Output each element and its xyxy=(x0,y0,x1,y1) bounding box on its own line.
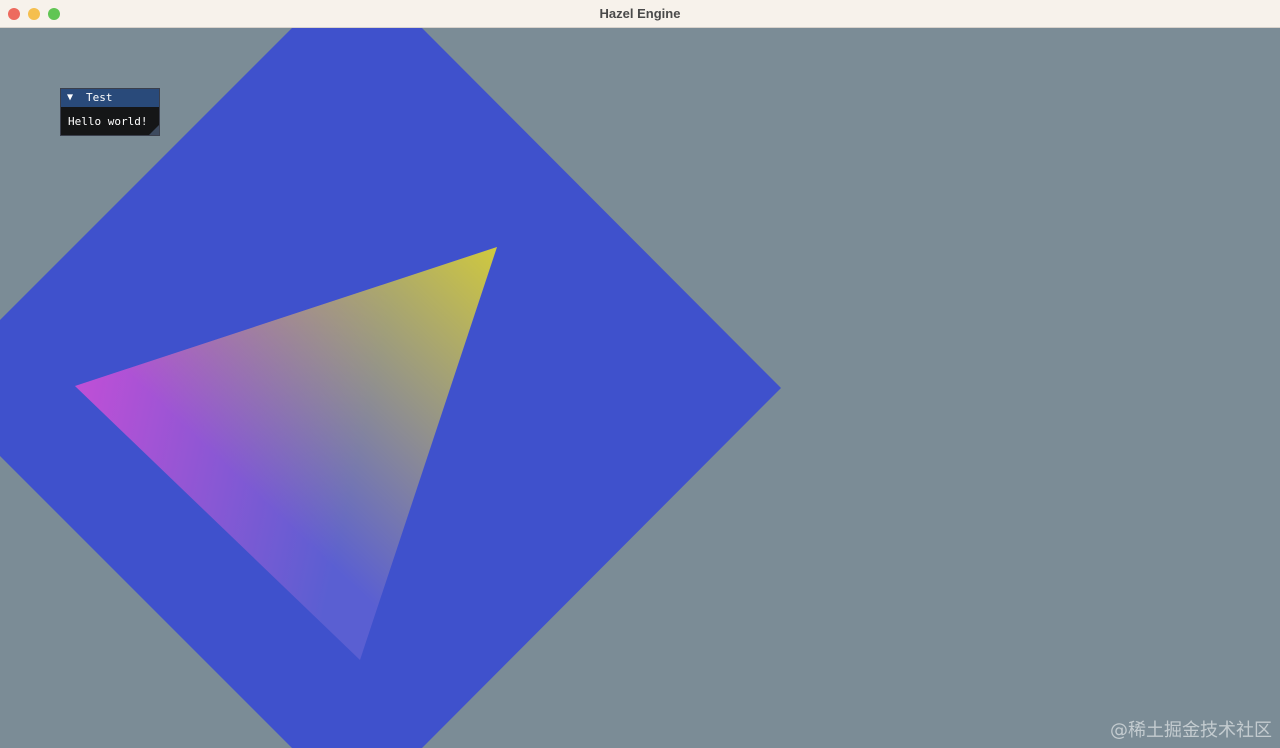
render-viewport: ▼ Test Hello world! @稀土掘金技术社区 xyxy=(0,28,1280,748)
app-window: Hazel Engine ▼ Test Hello world! @稀土掘金技术… xyxy=(0,0,1280,748)
triangle-down-icon[interactable]: ▼ xyxy=(67,92,73,104)
window-title: Hazel Engine xyxy=(599,6,681,21)
imgui-test-window[interactable]: ▼ Test Hello world! xyxy=(60,88,160,136)
resize-grip-icon[interactable] xyxy=(149,125,159,135)
imgui-hello-text: Hello world! xyxy=(68,115,148,128)
watermark-text: @稀土掘金技术社区 xyxy=(1110,720,1272,741)
window-titlebar[interactable]: Hazel Engine xyxy=(0,0,1280,28)
imgui-window-title: Test xyxy=(86,91,113,104)
imgui-titlebar[interactable]: ▼ Test xyxy=(61,89,159,107)
scene-canvas xyxy=(0,28,1280,748)
